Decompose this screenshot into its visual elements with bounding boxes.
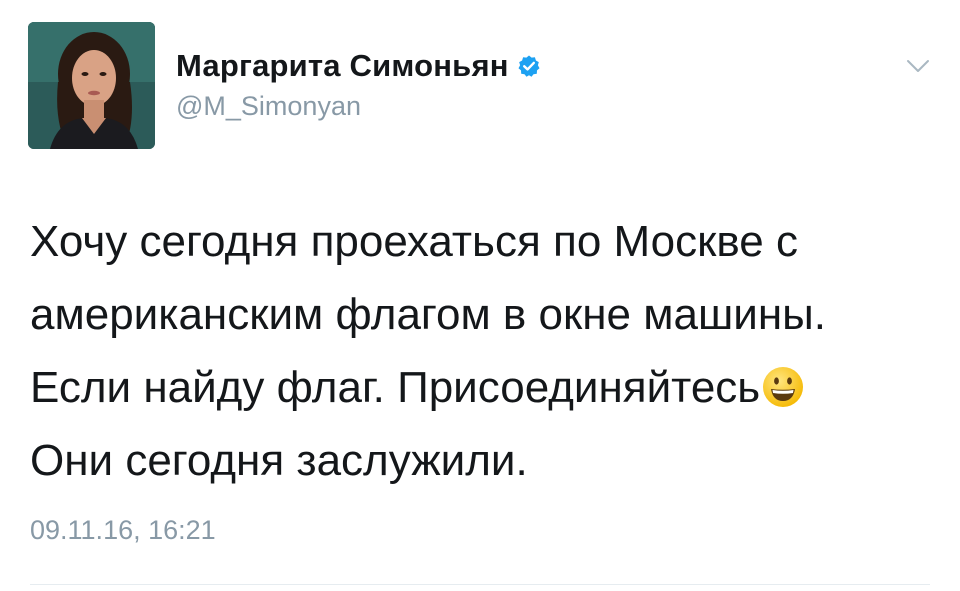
verified-badge-icon — [517, 54, 541, 78]
tweet-line: Они сегодня заслужили. — [30, 436, 528, 485]
avatar[interactable] — [28, 22, 155, 149]
author-name-row[interactable]: Маргарита Симоньян — [176, 48, 541, 84]
tweet-line: Если найду флаг. Присоединяйтесь — [30, 363, 761, 412]
author-handle[interactable]: @M_Simonyan — [176, 91, 361, 122]
avatar-image — [28, 22, 155, 149]
smiling-face-icon — [762, 357, 804, 407]
divider — [30, 584, 930, 585]
tweet-line: Хочу сегодня проехаться по Москве с — [30, 217, 798, 266]
tweet-line: американским флагом в окне машины. — [30, 290, 826, 339]
tweet-timestamp[interactable]: 09.11.16, 16:21 — [30, 515, 216, 546]
author-display-name[interactable]: Маргарита Симоньян — [176, 48, 509, 84]
chevron-down-icon[interactable] — [906, 58, 930, 74]
tweet-line-with-emoji: Если найду флаг. Присоединяйтесь — [30, 351, 930, 424]
tweet-card: Маргарита Симоньян @M_Simonyan Хочу сего… — [0, 0, 960, 591]
tweet-text: Хочу сегодня проехаться по Москве с амер… — [30, 205, 930, 497]
